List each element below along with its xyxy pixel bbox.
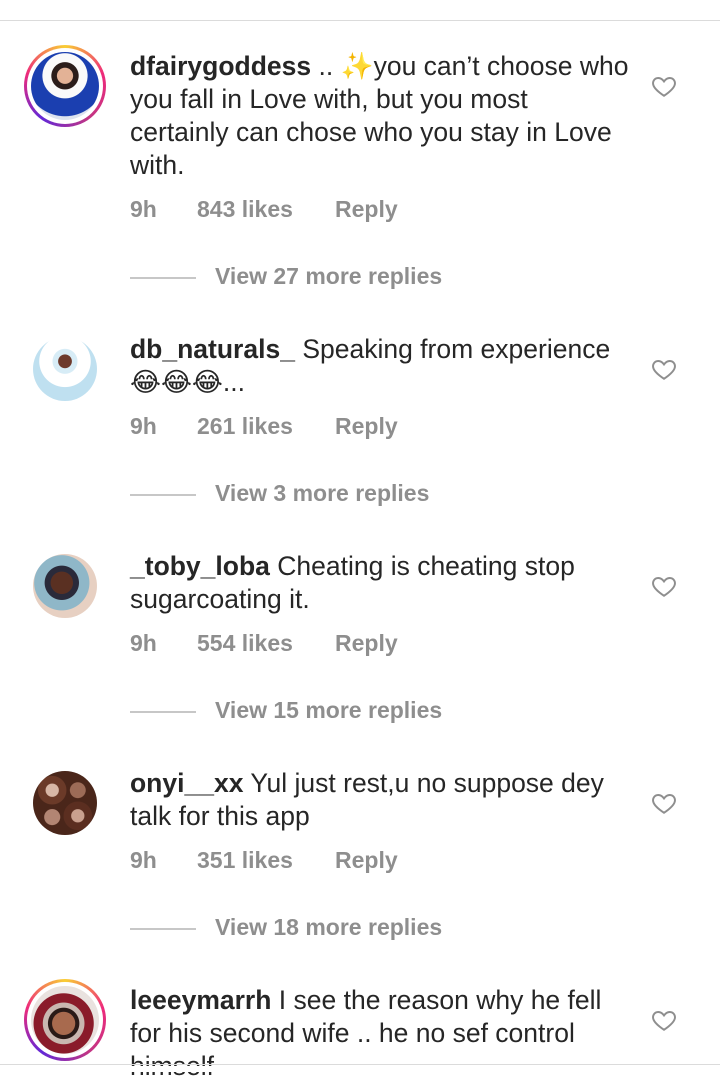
avatar[interactable] [24, 545, 106, 627]
reply-button[interactable]: Reply [335, 196, 398, 223]
replies-divider [130, 277, 196, 279]
comment-username[interactable]: onyi__xx [130, 768, 243, 798]
bottom-divider [0, 1064, 720, 1065]
top-divider [0, 20, 720, 21]
view-replies-label: View 3 more replies [215, 480, 430, 506]
comment-text: onyi__xx Yul just rest,u no suppose dey … [130, 767, 630, 833]
avatar[interactable] [24, 328, 106, 410]
avatar[interactable] [24, 762, 106, 844]
comment-likes[interactable]: 843 likes [197, 196, 335, 223]
replies-divider [130, 711, 196, 713]
comment-likes[interactable]: 261 likes [197, 413, 335, 440]
view-replies-label: View 15 more replies [215, 697, 443, 723]
heart-outline-icon[interactable] [651, 790, 677, 816]
comment-username[interactable]: _toby_loba [130, 551, 270, 581]
bottom-edge [0, 1066, 720, 1072]
replies-divider [130, 928, 196, 930]
comment-text: dfairygoddess .. ✨you can’t choose who y… [130, 50, 630, 182]
heart-outline-icon[interactable] [651, 356, 677, 382]
avatar[interactable] [24, 45, 106, 127]
comment-text: db_naturals_ Speaking from experience 😂😂… [130, 333, 630, 399]
comment-text: _toby_loba Cheating is cheating stop sug… [130, 550, 630, 616]
comment-likes[interactable]: 554 likes [197, 630, 335, 657]
comment-username[interactable]: leeeymarrh [130, 985, 271, 1015]
comment-likes[interactable]: 351 likes [197, 847, 335, 874]
comment-time: 9h [130, 413, 157, 439]
comment-username[interactable]: dfairygoddess [130, 51, 311, 81]
reply-button[interactable]: Reply [335, 630, 398, 657]
comment-time: 9h [130, 847, 157, 873]
comment-time: 9h [130, 630, 157, 656]
heart-outline-icon[interactable] [651, 73, 677, 99]
view-replies-label: View 27 more replies [215, 263, 443, 289]
comment-time: 9h [130, 196, 157, 222]
reply-button[interactable]: Reply [335, 847, 398, 874]
reply-button[interactable]: Reply [335, 413, 398, 440]
heart-outline-icon[interactable] [651, 1007, 677, 1033]
avatar[interactable] [24, 979, 106, 1061]
comment-username[interactable]: db_naturals_ [130, 334, 295, 364]
heart-outline-icon[interactable] [651, 573, 677, 599]
replies-divider [130, 494, 196, 496]
view-replies-label: View 18 more replies [215, 914, 443, 940]
